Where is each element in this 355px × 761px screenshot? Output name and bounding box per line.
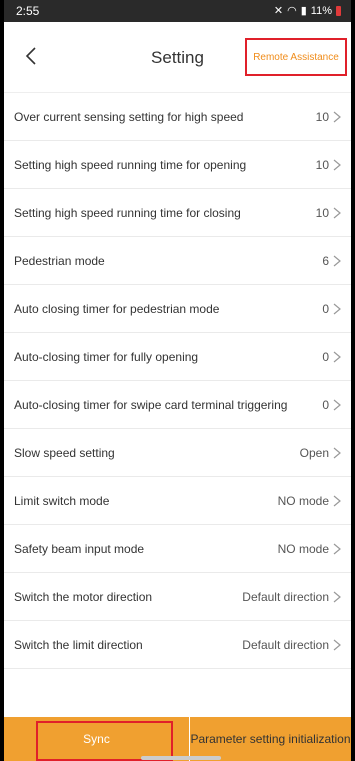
setting-value-group: 10 — [316, 206, 341, 220]
setting-row[interactable]: Auto-closing timer for fully opening 0 — [4, 333, 351, 381]
setting-value-group: 10 — [316, 110, 341, 124]
device-frame: 2:55 ✕ ◠ ▮ 11% Setting Remote Assistance… — [0, 0, 355, 761]
setting-row[interactable]: Setting high speed running time for open… — [4, 141, 351, 189]
setting-value: 0 — [322, 301, 329, 316]
screen: 2:55 ✕ ◠ ▮ 11% Setting Remote Assistance… — [4, 0, 351, 761]
mute-icon: ✕ — [273, 5, 284, 17]
settings-list: Over current sensing setting for high sp… — [4, 93, 351, 669]
setting-value: 10 — [315, 157, 329, 172]
chevron-right-icon — [333, 447, 341, 458]
parameter-init-button[interactable]: Parameter setting initialization — [190, 717, 351, 761]
setting-label: Limit switch mode — [14, 493, 110, 508]
chevron-right-icon — [333, 111, 341, 122]
setting-label: Pedestrian mode — [14, 253, 105, 268]
setting-row[interactable]: Auto-closing timer for swipe card termin… — [4, 381, 351, 429]
setting-value-group: NO mode — [278, 494, 341, 508]
setting-label: Switch the motor direction — [14, 589, 153, 604]
setting-label: Setting high speed running time for open… — [14, 157, 247, 172]
chevron-right-icon — [333, 639, 341, 650]
setting-value-group: NO mode — [278, 542, 341, 556]
status-bar: 2:55 ✕ ◠ ▮ 11% — [4, 0, 351, 22]
setting-value: 10 — [315, 109, 329, 124]
status-time: 2:55 — [16, 4, 40, 18]
setting-value: NO mode — [277, 541, 329, 556]
chevron-right-icon — [333, 351, 341, 362]
setting-row[interactable]: Safety beam input mode NO mode — [4, 525, 351, 573]
setting-value-group: 6 — [322, 254, 341, 268]
battery-percent: 11% — [310, 4, 332, 17]
setting-value: Default direction — [242, 589, 329, 604]
setting-label: Auto-closing timer for swipe card termin… — [14, 397, 288, 412]
setting-row[interactable]: Auto closing timer for pedestrian mode 0 — [4, 285, 351, 333]
chevron-right-icon — [333, 207, 341, 218]
chevron-right-icon — [333, 303, 341, 314]
chevron-right-icon — [333, 399, 341, 410]
chevron-right-icon — [333, 543, 341, 554]
setting-value: 10 — [315, 205, 329, 220]
setting-row[interactable]: Setting high speed running time for clos… — [4, 189, 351, 237]
home-indicator — [141, 756, 221, 760]
setting-value-group: Open — [300, 446, 341, 460]
setting-label: Over current sensing setting for high sp… — [14, 109, 244, 124]
chevron-right-icon — [333, 495, 341, 506]
setting-row[interactable]: Limit switch mode NO mode — [4, 477, 351, 525]
setting-row[interactable]: Slow speed setting Open — [4, 429, 351, 477]
setting-value-group: 0 — [322, 398, 341, 412]
sync-button[interactable]: Sync — [4, 717, 190, 761]
setting-value: 0 — [322, 349, 329, 364]
setting-label: Auto-closing timer for fully opening — [14, 349, 199, 364]
setting-value-group: 0 — [322, 350, 341, 364]
setting-label: Auto closing timer for pedestrian mode — [14, 301, 220, 316]
setting-row[interactable]: Switch the limit direction Default direc… — [4, 621, 351, 669]
setting-value: 0 — [322, 397, 329, 412]
setting-value: Open — [299, 445, 329, 460]
setting-value-group: 0 — [322, 302, 341, 316]
setting-label: Safety beam input mode — [14, 541, 145, 556]
setting-value: 6 — [322, 253, 329, 268]
header: Setting Remote Assistance — [4, 22, 351, 93]
battery-icon — [336, 5, 341, 16]
setting-row[interactable]: Switch the motor direction Default direc… — [4, 573, 351, 621]
setting-label: Switch the limit direction — [14, 637, 143, 652]
signal-icon: ▮ — [300, 5, 307, 17]
sync-highlight — [36, 721, 173, 761]
bottom-action-bar: Sync Parameter setting initialization — [4, 717, 351, 761]
remote-assistance-button[interactable]: Remote Assistance — [245, 38, 347, 76]
setting-value: NO mode — [277, 493, 329, 508]
setting-row[interactable]: Over current sensing setting for high sp… — [4, 93, 351, 141]
setting-value-group: Default direction — [242, 638, 341, 652]
setting-label: Setting high speed running time for clos… — [14, 205, 241, 220]
setting-row[interactable]: Pedestrian mode 6 — [4, 237, 351, 285]
chevron-right-icon — [333, 255, 341, 266]
chevron-right-icon — [333, 591, 341, 602]
setting-value-group: Default direction — [242, 590, 341, 604]
setting-label: Slow speed setting — [14, 445, 115, 460]
wifi-icon: ◠ — [287, 5, 297, 17]
status-icons: ✕ ◠ ▮ 11% — [274, 4, 341, 17]
chevron-right-icon — [333, 159, 341, 170]
setting-value: Default direction — [242, 637, 329, 652]
setting-value-group: 10 — [316, 158, 341, 172]
